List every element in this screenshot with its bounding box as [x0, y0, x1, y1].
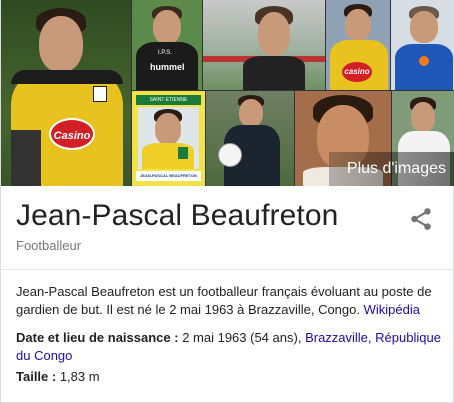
share-icon[interactable]	[408, 206, 434, 232]
birthplace-city-link[interactable]: Brazzaville,	[305, 330, 371, 345]
sticker-player-label: JEAN-PASCAL BEAUFRETON	[136, 171, 201, 181]
fact-birth-value: 2 mai 1963 (54 ans),	[178, 330, 302, 345]
photo-montpellier-coach[interactable]	[391, 0, 454, 90]
photo-coach-with-ball[interactable]	[206, 91, 294, 186]
casino-logo: Casino	[49, 118, 95, 150]
knowledge-panel: Casino I.P.S. hummel casino SAINT-ETIENN…	[0, 0, 454, 403]
fact-height-label: Taille :	[16, 369, 57, 384]
fact-height: Taille : 1,83 m	[16, 368, 441, 386]
fact-birth: Date et lieu de naissance : 2 mai 1963 (…	[16, 329, 441, 365]
casino-logo-small: casino	[342, 62, 372, 82]
photo-stadium-portrait[interactable]	[203, 0, 325, 90]
photo-casino-jersey-2[interactable]: casino	[326, 0, 390, 90]
wikipedia-link[interactable]: Wikipédia	[364, 302, 420, 317]
section-divider	[1, 269, 454, 270]
photo-coach-hummel[interactable]: I.P.S. hummel	[132, 0, 202, 90]
more-images-button[interactable]: Plus d'images	[329, 152, 454, 186]
photo-goalkeeper-casino-jersey[interactable]: Casino	[1, 0, 131, 186]
fact-birth-label: Date et lieu de naissance :	[16, 330, 179, 345]
shirt-text-hummel: hummel	[150, 62, 185, 72]
entity-title: Jean-Pascal Beaufreton	[16, 199, 339, 232]
photo-panini-sticker[interactable]: SAINT-ETIENNE JEAN-PASCAL BEAUFRETON	[132, 91, 205, 186]
shirt-text-ips: I.P.S.	[158, 50, 172, 56]
fact-height-value: 1,83 m	[56, 369, 100, 384]
entity-subtitle: Footballeur	[16, 238, 82, 253]
image-gallery[interactable]: Casino I.P.S. hummel casino SAINT-ETIENN…	[1, 0, 454, 186]
entity-description: Jean-Pascal Beaufreton est un footballeu…	[16, 283, 441, 319]
sticker-club-label: SAINT-ETIENNE	[136, 95, 201, 105]
